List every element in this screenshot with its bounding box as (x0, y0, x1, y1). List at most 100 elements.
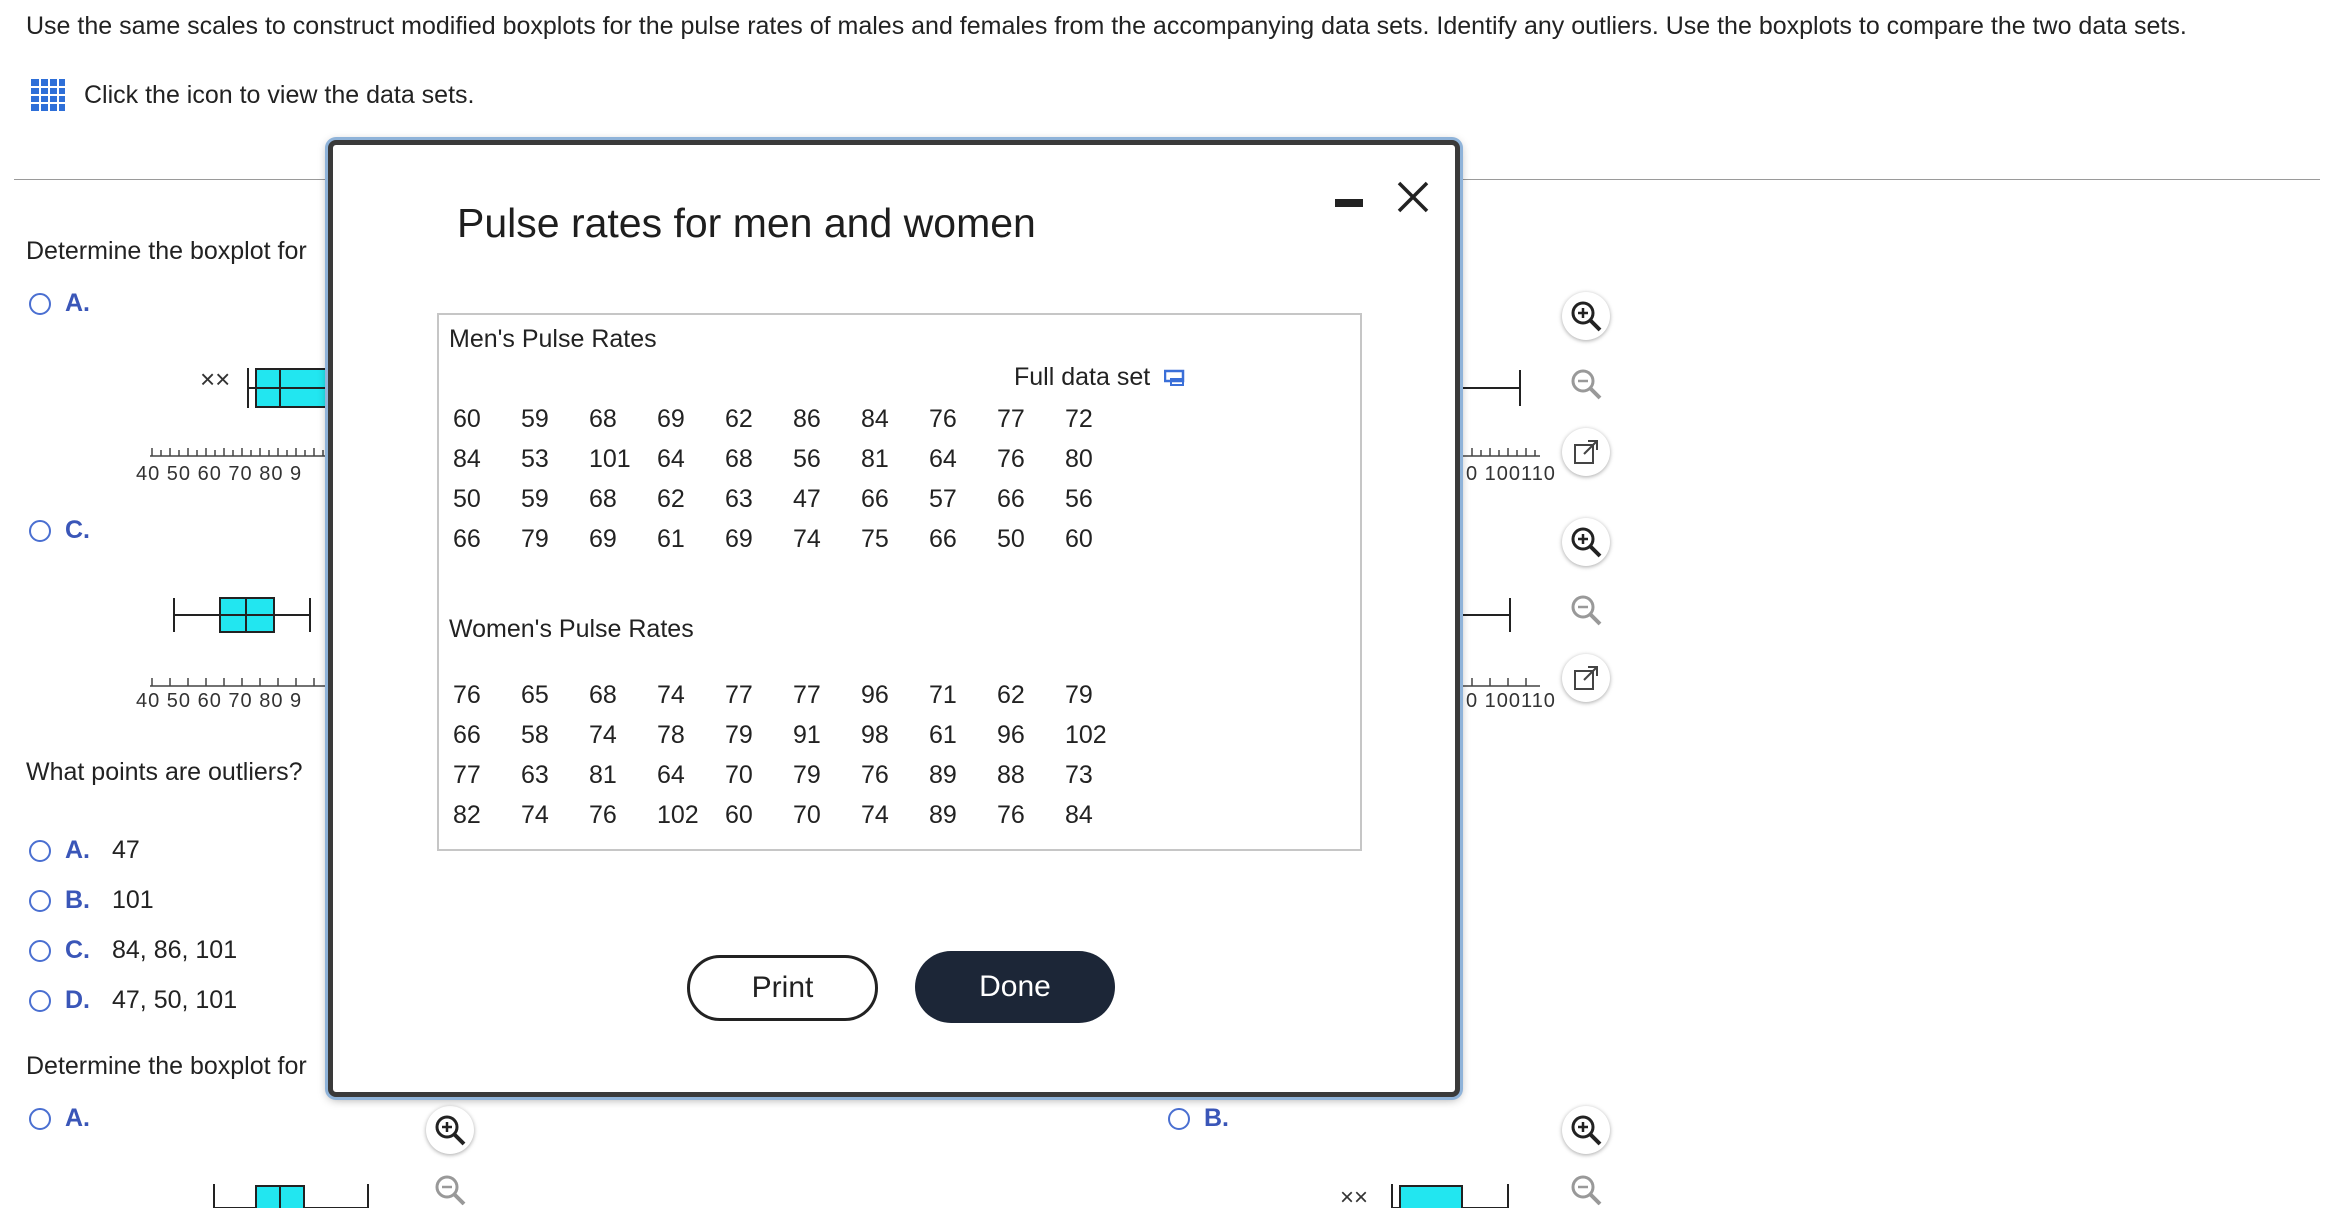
data-cell: 64 (657, 760, 685, 789)
men-data-table: 60 59 68 69 62 86 84 76 77 72 84 53 101 64 68 56 81 64 76 8… (453, 399, 1133, 559)
zoom-in-icon (1571, 1115, 1602, 1146)
zoom-out-button[interactable] (426, 1172, 474, 1208)
data-cell: 79 (1065, 680, 1093, 709)
data-cell: 68 (589, 680, 617, 709)
data-cell: 47 (793, 484, 821, 513)
print-button[interactable]: Print (687, 955, 878, 1021)
data-cell: 96 (861, 680, 889, 709)
data-cell: 86 (793, 404, 821, 433)
radio-button[interactable] (29, 292, 51, 315)
data-cell: 66 (929, 524, 957, 553)
outlier-option-c[interactable]: C. 84, 86, 101 (29, 936, 237, 965)
view-data-link[interactable]: Click the icon to view the data sets. (30, 78, 474, 112)
data-cell: 80 (1065, 444, 1093, 473)
data-cell: 76 (997, 444, 1025, 473)
option-letter: A. (65, 1104, 90, 1132)
data-cell: 59 (521, 404, 549, 433)
option-letter: B. (65, 886, 90, 914)
data-cell: 88 (997, 760, 1025, 789)
option-value: 101 (112, 886, 154, 914)
dialog-title: Pulse rates for men and women (457, 200, 1036, 246)
radio-button[interactable] (1168, 1107, 1190, 1130)
zoom-out-button[interactable] (1562, 1172, 1610, 1208)
data-cell: 61 (657, 524, 685, 553)
zoom-out-button[interactable] (1562, 360, 1610, 408)
data-cell: 102 (1065, 720, 1107, 749)
data-cell: 68 (589, 484, 617, 513)
external-link-icon (1574, 440, 1598, 464)
data-cell: 56 (1065, 484, 1093, 513)
outlier-option-b[interactable]: B. 101 (29, 886, 154, 915)
data-cell: 66 (453, 720, 481, 749)
zoom-in-button[interactable] (426, 1106, 474, 1154)
data-cell: 91 (793, 720, 821, 749)
data-table-panel: Men's Pulse Rates Full data set 60 59 68 69… (437, 313, 1362, 851)
option-letter: C. (65, 516, 90, 544)
data-cell: 89 (929, 800, 957, 829)
data-cell: 66 (453, 524, 481, 553)
zoom-out-icon (435, 1175, 466, 1206)
boxplot2-option-a[interactable]: A. (29, 1104, 90, 1133)
data-cell: 76 (997, 800, 1025, 829)
open-new-window-button[interactable] (1562, 654, 1610, 702)
data-row: 50 59 68 62 63 47 66 57 66 56 (453, 479, 1133, 519)
radio-button[interactable] (29, 519, 51, 542)
zoom-in-icon (435, 1115, 466, 1146)
outlier-option-a[interactable]: A. 47 (29, 836, 140, 865)
data-cell: 62 (997, 680, 1025, 709)
table-icon[interactable] (30, 78, 66, 112)
boxplot-a2-partial (213, 1184, 369, 1208)
radio-button[interactable] (29, 839, 51, 862)
boxplot2-option-b[interactable]: B. (1168, 1104, 1229, 1133)
data-cell: 96 (997, 720, 1025, 749)
minimize-button[interactable] (1335, 199, 1363, 207)
data-cell: 66 (861, 484, 889, 513)
zoom-out-icon (1571, 369, 1602, 400)
boxplot-b2-partial (1391, 1184, 1509, 1208)
data-cell: 76 (861, 760, 889, 789)
close-icon[interactable] (1393, 177, 1433, 217)
axis-labels-left: 40 50 60 70 80 9 (136, 463, 303, 485)
data-cell: 76 (453, 680, 481, 709)
data-cell: 79 (521, 524, 549, 553)
data-cell: 98 (861, 720, 889, 749)
data-cell: 64 (657, 444, 685, 473)
open-new-window-button[interactable] (1562, 428, 1610, 476)
data-cell: 50 (997, 524, 1025, 553)
full-data-set-link[interactable]: Full data set (1014, 363, 1186, 392)
radio-button[interactable] (29, 889, 51, 912)
data-cell: 70 (725, 760, 753, 789)
data-cell: 69 (657, 404, 685, 433)
data-cell: 77 (997, 404, 1025, 433)
zoom-in-button[interactable] (1562, 1106, 1610, 1154)
data-cell: 76 (929, 404, 957, 433)
radio-button[interactable] (29, 939, 51, 962)
boxplot-a-partial (150, 368, 340, 457)
data-row: 82 74 76 102 60 70 74 89 76 84 (453, 795, 1133, 835)
data-cell: 65 (521, 680, 549, 709)
zoom-out-button[interactable] (1562, 586, 1610, 634)
done-button[interactable]: Done (915, 951, 1115, 1023)
data-cell: 74 (521, 800, 549, 829)
data-cell: 77 (793, 680, 821, 709)
radio-button[interactable] (29, 989, 51, 1012)
zoom-out-icon (1571, 1175, 1602, 1206)
data-cell: 61 (929, 720, 957, 749)
data-cell: 69 (589, 524, 617, 553)
option-letter: A. (65, 289, 90, 317)
data-cell: 74 (589, 720, 617, 749)
data-cell: 53 (521, 444, 549, 473)
zoom-in-button[interactable] (1562, 292, 1610, 340)
option-letter: C. (65, 936, 90, 964)
data-cell: 74 (861, 800, 889, 829)
radio-button[interactable] (29, 1107, 51, 1130)
data-cell: 60 (725, 800, 753, 829)
boxplot1-option-c[interactable]: C. (29, 516, 90, 545)
zoom-in-button[interactable] (1562, 518, 1610, 566)
data-cell: 63 (725, 484, 753, 513)
data-cell: 84 (861, 404, 889, 433)
data-cell: 73 (1065, 760, 1093, 789)
data-cell: 76 (589, 800, 617, 829)
boxplot1-option-a[interactable]: A. (29, 289, 90, 318)
outlier-option-d[interactable]: D. 47, 50, 101 (29, 986, 237, 1015)
